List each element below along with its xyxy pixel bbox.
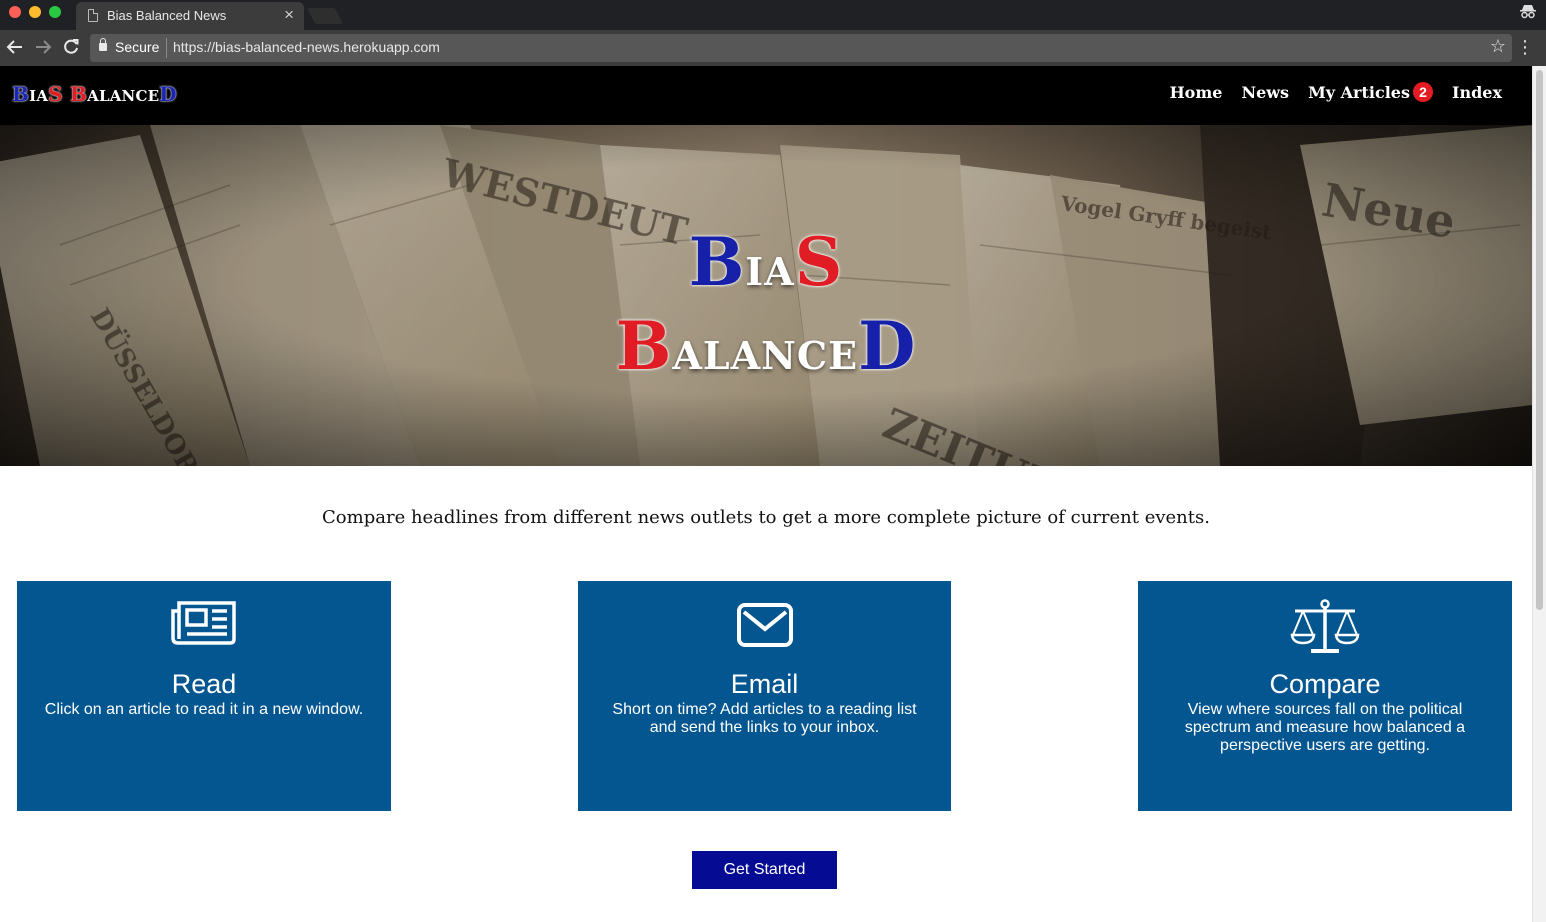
scrollbar-thumb[interactable]	[1536, 70, 1543, 610]
get-started-button[interactable]: Get Started	[692, 851, 837, 889]
url-divider	[166, 38, 167, 58]
feature-card-read: Read Click on an article to read it in a…	[17, 581, 391, 811]
hero-letter: D	[858, 307, 917, 385]
lock-icon	[99, 38, 107, 51]
feature-card-compare: Compare View where sources fall on the p…	[1138, 581, 1512, 811]
card-description: Click on an article to read it in a new …	[44, 701, 364, 718]
tagline: Compare headlines from different news ou…	[322, 507, 1210, 528]
maximize-window-button[interactable]	[49, 6, 61, 18]
card-description: Short on time? Add articles to a reading…	[612, 701, 917, 736]
incognito-icon[interactable]	[1519, 3, 1537, 21]
logo-text: ALANCE	[87, 87, 160, 105]
page-viewport: BIAS BALANCED Home News My Articles 2 Ind…	[0, 66, 1532, 922]
hero-title-line-2: BALANCED	[0, 307, 1532, 385]
feature-card-email: Email Short on time? Add articles to a r…	[578, 581, 951, 811]
address-toolbar: Secure https://bias-balanced-news.heroku…	[0, 30, 1546, 66]
card-title: Email	[730, 669, 799, 699]
envelope-icon	[578, 599, 951, 655]
logo-letter: D	[159, 82, 177, 106]
browser-tab-strip: Bias Balanced News ×	[0, 0, 1546, 30]
newspaper-icon	[17, 599, 391, 655]
new-tab-button[interactable]	[306, 8, 344, 24]
nav-index[interactable]: Index	[1452, 83, 1502, 102]
nav-my-articles-label: My Articles	[1308, 83, 1410, 102]
nav-home[interactable]: Home	[1170, 83, 1223, 102]
hero-banner: WESTDEUT ZEITUNG Vogel Gryff begeist Neu…	[0, 125, 1532, 466]
hero-title-line-1: BIAS	[0, 223, 1532, 301]
card-title: Read	[171, 669, 237, 699]
site-logo[interactable]: BIAS BALANCED	[12, 82, 177, 106]
reload-icon[interactable]	[62, 36, 80, 63]
hero-letter: B	[615, 307, 673, 385]
scale-icon	[1138, 599, 1512, 655]
minimize-window-button[interactable]	[29, 6, 41, 18]
nav-news[interactable]: News	[1241, 83, 1289, 102]
hero-text: ALANCE	[672, 333, 859, 378]
nav-links: Home News My Articles 2 Index	[1170, 82, 1502, 102]
address-bar[interactable]: Secure https://bias-balanced-news.heroku…	[90, 34, 1512, 62]
hero-letter: S	[794, 223, 844, 301]
logo-letter: S	[48, 82, 63, 106]
star-icon[interactable]: ☆	[1490, 36, 1506, 57]
logo-letter: B	[70, 82, 88, 106]
card-description: View where sources fall on the political…	[1184, 701, 1466, 754]
hero-text: IA	[745, 249, 795, 294]
forward-arrow-icon[interactable]	[34, 36, 52, 63]
menu-icon[interactable]: ⋮	[1516, 36, 1534, 58]
back-arrow-icon[interactable]	[6, 36, 24, 63]
tab-title: Bias Balanced News	[107, 8, 227, 23]
browser-tab[interactable]: Bias Balanced News ×	[76, 2, 304, 30]
card-title: Compare	[1269, 669, 1381, 699]
hero-letter: B	[688, 223, 746, 301]
document-icon	[88, 9, 98, 22]
page-scrollbar[interactable]	[1532, 66, 1546, 922]
secure-label: Secure	[115, 39, 160, 55]
logo-letter: B	[12, 82, 30, 106]
article-count-badge: 2	[1412, 82, 1433, 102]
nav-my-articles[interactable]: My Articles 2	[1308, 82, 1433, 102]
tab-close-icon[interactable]: ×	[284, 5, 294, 25]
site-navbar: BIAS BALANCED Home News My Articles 2 Ind…	[0, 66, 1532, 125]
logo-text: IA	[29, 87, 49, 105]
url-text[interactable]: https://bias-balanced-news.herokuapp.com	[173, 39, 440, 55]
close-window-button[interactable]	[9, 6, 21, 18]
